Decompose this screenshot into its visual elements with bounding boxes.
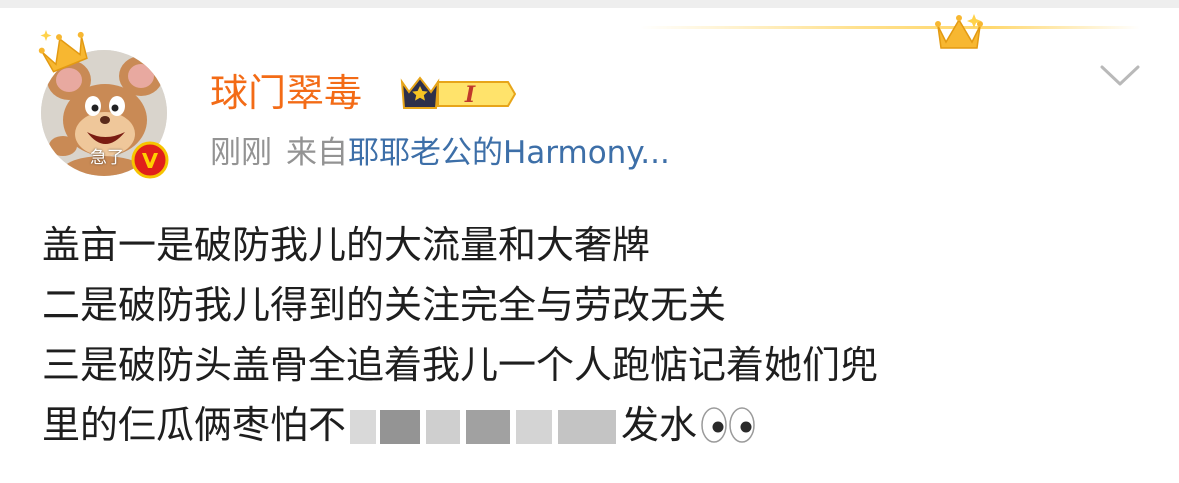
source-link[interactable]: 耶耶老公的Harmony...	[348, 135, 670, 171]
vip-v-icon	[131, 141, 169, 179]
level-label: I	[464, 82, 476, 108]
post-line-3: 三是破防头盖骨全追着我儿一个人跑惦记着她们兜	[42, 343, 879, 387]
post-time: 刚刚	[210, 135, 272, 171]
from-label: 来自	[286, 135, 348, 171]
crown-icon	[38, 30, 88, 73]
post-line-4-start: 里的仨瓜俩枣怕不	[42, 403, 347, 447]
post-content: 盖亩一是破防我儿的大流量和大奢牌 二是破防我儿得到的关注完全与劳改无关 三是破防…	[42, 215, 1162, 455]
top-divider	[0, 0, 1179, 8]
eyes-emoji-icon	[701, 407, 755, 443]
avatar-tag: 急了	[90, 148, 124, 168]
crown-level-icon[interactable]: I	[398, 72, 516, 116]
crown-icon	[935, 14, 983, 49]
obscured-text	[346, 404, 621, 444]
username[interactable]: 球门翠毒	[210, 70, 362, 116]
post-line-1: 盖亩一是破防我儿的大流量和大奢牌	[42, 223, 651, 267]
post-line-4: 里的仨瓜俩枣怕不 发水	[42, 395, 1162, 455]
chevron-down-icon[interactable]	[1099, 62, 1141, 90]
post-meta: 刚刚 来自耶耶老公的Harmony...	[210, 133, 670, 173]
decoration-gold-line	[640, 26, 1140, 29]
post-line-2: 二是破防我儿得到的关注完全与劳改无关	[42, 283, 727, 327]
post-line-4-end: 发水	[621, 403, 698, 447]
